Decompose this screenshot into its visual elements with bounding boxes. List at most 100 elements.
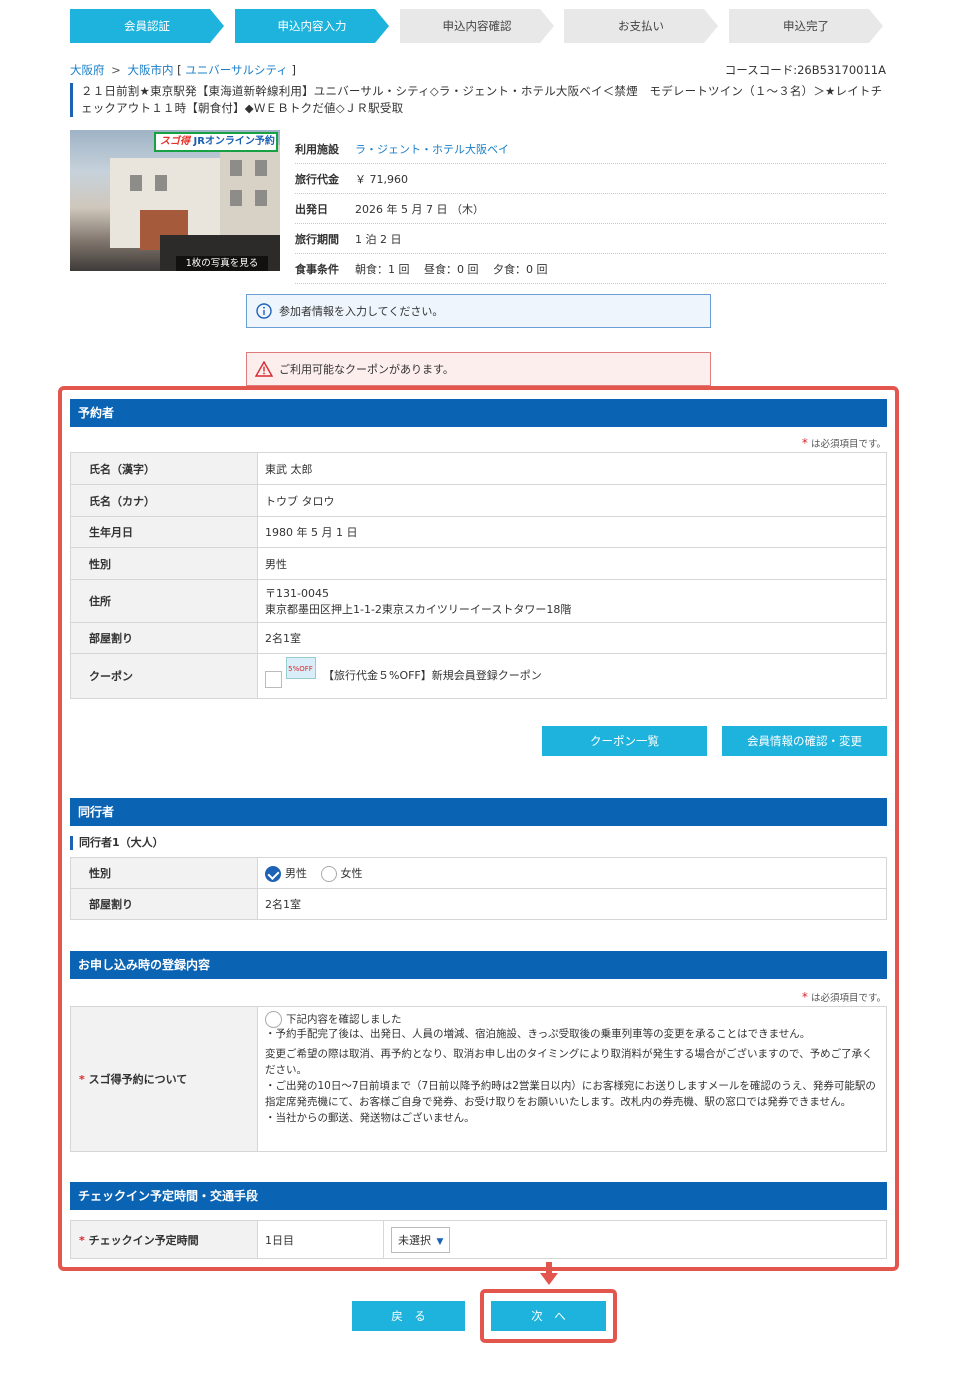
confirm-check[interactable] — [265, 1011, 282, 1028]
coupon-notice-text: ご利用可能なクーポンがあります。 — [279, 363, 454, 376]
coupon-list-button[interactable]: クーポン一覧 — [542, 726, 707, 756]
address-label: 住所 — [70, 579, 258, 623]
breadcrumb-area-link[interactable]: ユニバーサルシティ — [185, 63, 288, 77]
info-row-facility: 利用施設 ラ・ジェント・ホテル大阪ベイ — [295, 134, 886, 164]
required-asterisk-icon: * — [801, 990, 808, 1004]
checkin-label: チェックイン予定時間 — [88, 1233, 199, 1247]
sugotoku-terms-cell: 下記内容を確認しました ・予約手配完了後は、出発日、人員の増減、宿泊施設、きっぷ… — [257, 1006, 887, 1152]
meal-value: 朝食：1 回 昼食：0 回 夕食：0 回 — [355, 262, 548, 276]
confirm-check-label[interactable]: 下記内容を確認しました — [286, 1014, 402, 1026]
kana-name-value: トウブ タロウ — [257, 484, 887, 517]
photo-count-link[interactable]: 1枚の写真を見る — [176, 256, 268, 271]
progress-steps: 会員認証 申込内容入力 申込内容確認 お支払い 申込完了 — [70, 9, 886, 43]
table-row: 性別 男性 女性 — [70, 857, 887, 889]
table-row: 性別 男性 — [70, 547, 887, 580]
coupon-cell: 5%OFF 【旅行代金５%OFF】新規会員登録クーポン — [257, 653, 887, 699]
zip-value: 〒131-0045 — [265, 587, 329, 600]
info-row-price: 旅行代金 ￥ 71,960 — [295, 164, 886, 194]
photo-building-wing — [220, 145, 280, 245]
facility-link[interactable]: ラ・ジェント・ホテル大阪ベイ — [355, 141, 886, 157]
table-row: * スゴ得予約について 下記内容を確認しました ・予約手配完了後は、出発日、人員… — [70, 1006, 887, 1152]
next-button[interactable]: 次 へ — [491, 1301, 606, 1331]
breadcrumb: 大阪府 > 大阪市内 [ ユニバーサルシティ ] — [70, 62, 296, 78]
companion-room-label: 部屋割り — [70, 888, 258, 920]
room-label: 部屋割り — [70, 622, 258, 654]
tour-info: 利用施設 ラ・ジェント・ホテル大阪ベイ 旅行代金 ￥ 71,960 出発日 20… — [295, 134, 886, 284]
step-confirm: 申込内容確認 — [400, 9, 554, 43]
facility-label: 利用施設 — [295, 142, 339, 156]
checkin-time-select[interactable]: 未選択 ▼ — [391, 1226, 451, 1253]
period-value: 1 泊 2 日 — [355, 232, 402, 246]
booker-table: 氏名（漢字） 東武 太郎 氏名（カナ） トウブ タロウ 生年月日 1980 年 … — [70, 452, 887, 699]
terms-paragraph: ・ご出発の10日～7日前頃まで（7日前以降予約時は2営業日以内）にお客様宛にお送… — [265, 1080, 876, 1108]
step-complete: 申込完了 — [729, 9, 883, 43]
companion-gender-cell: 男性 女性 — [257, 857, 887, 889]
checkin-day: 1日目 — [257, 1220, 384, 1259]
hotel-photo[interactable]: スゴ得 JRオンライン予約 1枚の写真を見る — [70, 130, 280, 271]
room-value: 2名1室 — [257, 622, 887, 654]
gender-label: 性別 — [70, 547, 258, 580]
checkin-select-cell: 未選択 ▼ — [383, 1220, 887, 1259]
table-row: 住所 〒131-0045 東京都墨田区押上1-1-2東京スカイツリーイーストタワ… — [70, 579, 887, 623]
price-label: 旅行代金 — [295, 172, 339, 186]
breadcrumb-pref-link[interactable]: 大阪府 — [70, 63, 105, 77]
companion-section-header: 同行者 — [70, 798, 887, 826]
companion-table: 性別 男性 女性 部屋割り 2名1室 — [70, 857, 887, 920]
meal-label: 食事条件 — [295, 262, 339, 276]
photo-window — [255, 190, 267, 206]
companion-gender-label: 性別 — [70, 857, 258, 889]
required-asterisk-icon: * — [801, 436, 808, 450]
terms-paragraph: ・予約手配完了後は、出発日、人員の増減、宿泊施設、きっぷ受取後の乗車列車等の変更… — [265, 1028, 811, 1040]
gender-male-radio[interactable] — [265, 865, 281, 882]
info-row-depart: 出発日 2026 年 5 月 7 日 （木） — [295, 194, 886, 224]
info-notice: 参加者情報を入力してください。 — [246, 294, 711, 328]
photo-window — [230, 160, 242, 176]
photo-window — [130, 175, 142, 191]
member-info-button[interactable]: 会員情報の確認・変更 — [722, 726, 887, 756]
required-note: * は必須項目です。 — [802, 436, 886, 450]
table-row: 氏名（カナ） トウブ タロウ — [70, 484, 887, 517]
price-value: ￥ 71,960 — [355, 172, 408, 186]
breadcrumb-bracket-open: [ — [177, 63, 182, 77]
period-label: 旅行期間 — [295, 232, 339, 246]
back-button[interactable]: 戻 る — [352, 1301, 465, 1331]
gender-female-label[interactable]: 女性 — [341, 867, 363, 880]
required-note-text: は必須項目です。 — [810, 993, 886, 1004]
step-member-auth: 会員認証 — [70, 9, 224, 43]
breadcrumb-bracket-close: ] — [291, 63, 297, 77]
companion-subheading: 同行者1（大人） — [70, 836, 164, 850]
arrow-down-icon — [540, 1262, 558, 1285]
coupon-checkbox[interactable] — [265, 670, 282, 688]
table-row: * チェックイン予定時間 1日目 未選択 ▼ — [70, 1220, 887, 1259]
gender-female-radio[interactable] — [320, 865, 337, 882]
step-input: 申込内容入力 — [235, 9, 389, 43]
sugotoku-badge: スゴ得 JRオンライン予約 — [154, 132, 278, 152]
companion-room-value: 2名1室 — [257, 888, 887, 920]
checkin-label-cell: * チェックイン予定時間 — [70, 1220, 258, 1259]
coupon-notice: ご利用可能なクーポンがあります。 — [246, 352, 711, 386]
registration-section-header: お申し込み時の登録内容 — [70, 951, 887, 979]
course-code: コースコード:26B53170011A — [724, 63, 886, 77]
kana-name-label: 氏名（カナ） — [70, 484, 258, 517]
info-notice-text: 参加者情報を入力してください。 — [279, 305, 444, 318]
chevron-down-icon: ▼ — [436, 1236, 444, 1247]
booker-section-header: 予約者 — [70, 399, 887, 427]
warning-icon — [255, 360, 273, 378]
required-asterisk-icon: * — [79, 1073, 89, 1086]
required-note-text: は必須項目です。 — [810, 439, 886, 450]
table-row: 生年月日 1980 年 5 月 1 日 — [70, 516, 887, 548]
table-row: 部屋割り 2名1室 — [70, 888, 887, 920]
info-row-meal: 食事条件 朝食：1 回 昼食：0 回 夕食：0 回 — [295, 254, 886, 284]
checkin-time-value: 未選択 — [398, 1233, 431, 1247]
info-row-period: 旅行期間 1 泊 2 日 — [295, 224, 886, 254]
sugotoku-label: スゴ得予約について — [88, 1073, 188, 1086]
sugotoku-label-cell: * スゴ得予約について — [70, 1006, 258, 1152]
breadcrumb-city-link[interactable]: 大阪市内 — [127, 63, 173, 77]
photo-window — [155, 175, 167, 191]
photo-window — [230, 190, 242, 206]
table-row: クーポン 5%OFF 【旅行代金５%OFF】新規会員登録クーポン — [70, 653, 887, 699]
breadcrumb-separator: > — [111, 63, 121, 77]
checkin-section-header: チェックイン予定時間・交通手段 — [70, 1182, 887, 1210]
gender-male-label[interactable]: 男性 — [285, 867, 307, 880]
registration-table: * スゴ得予約について 下記内容を確認しました ・予約手配完了後は、出発日、人員… — [70, 1006, 887, 1152]
